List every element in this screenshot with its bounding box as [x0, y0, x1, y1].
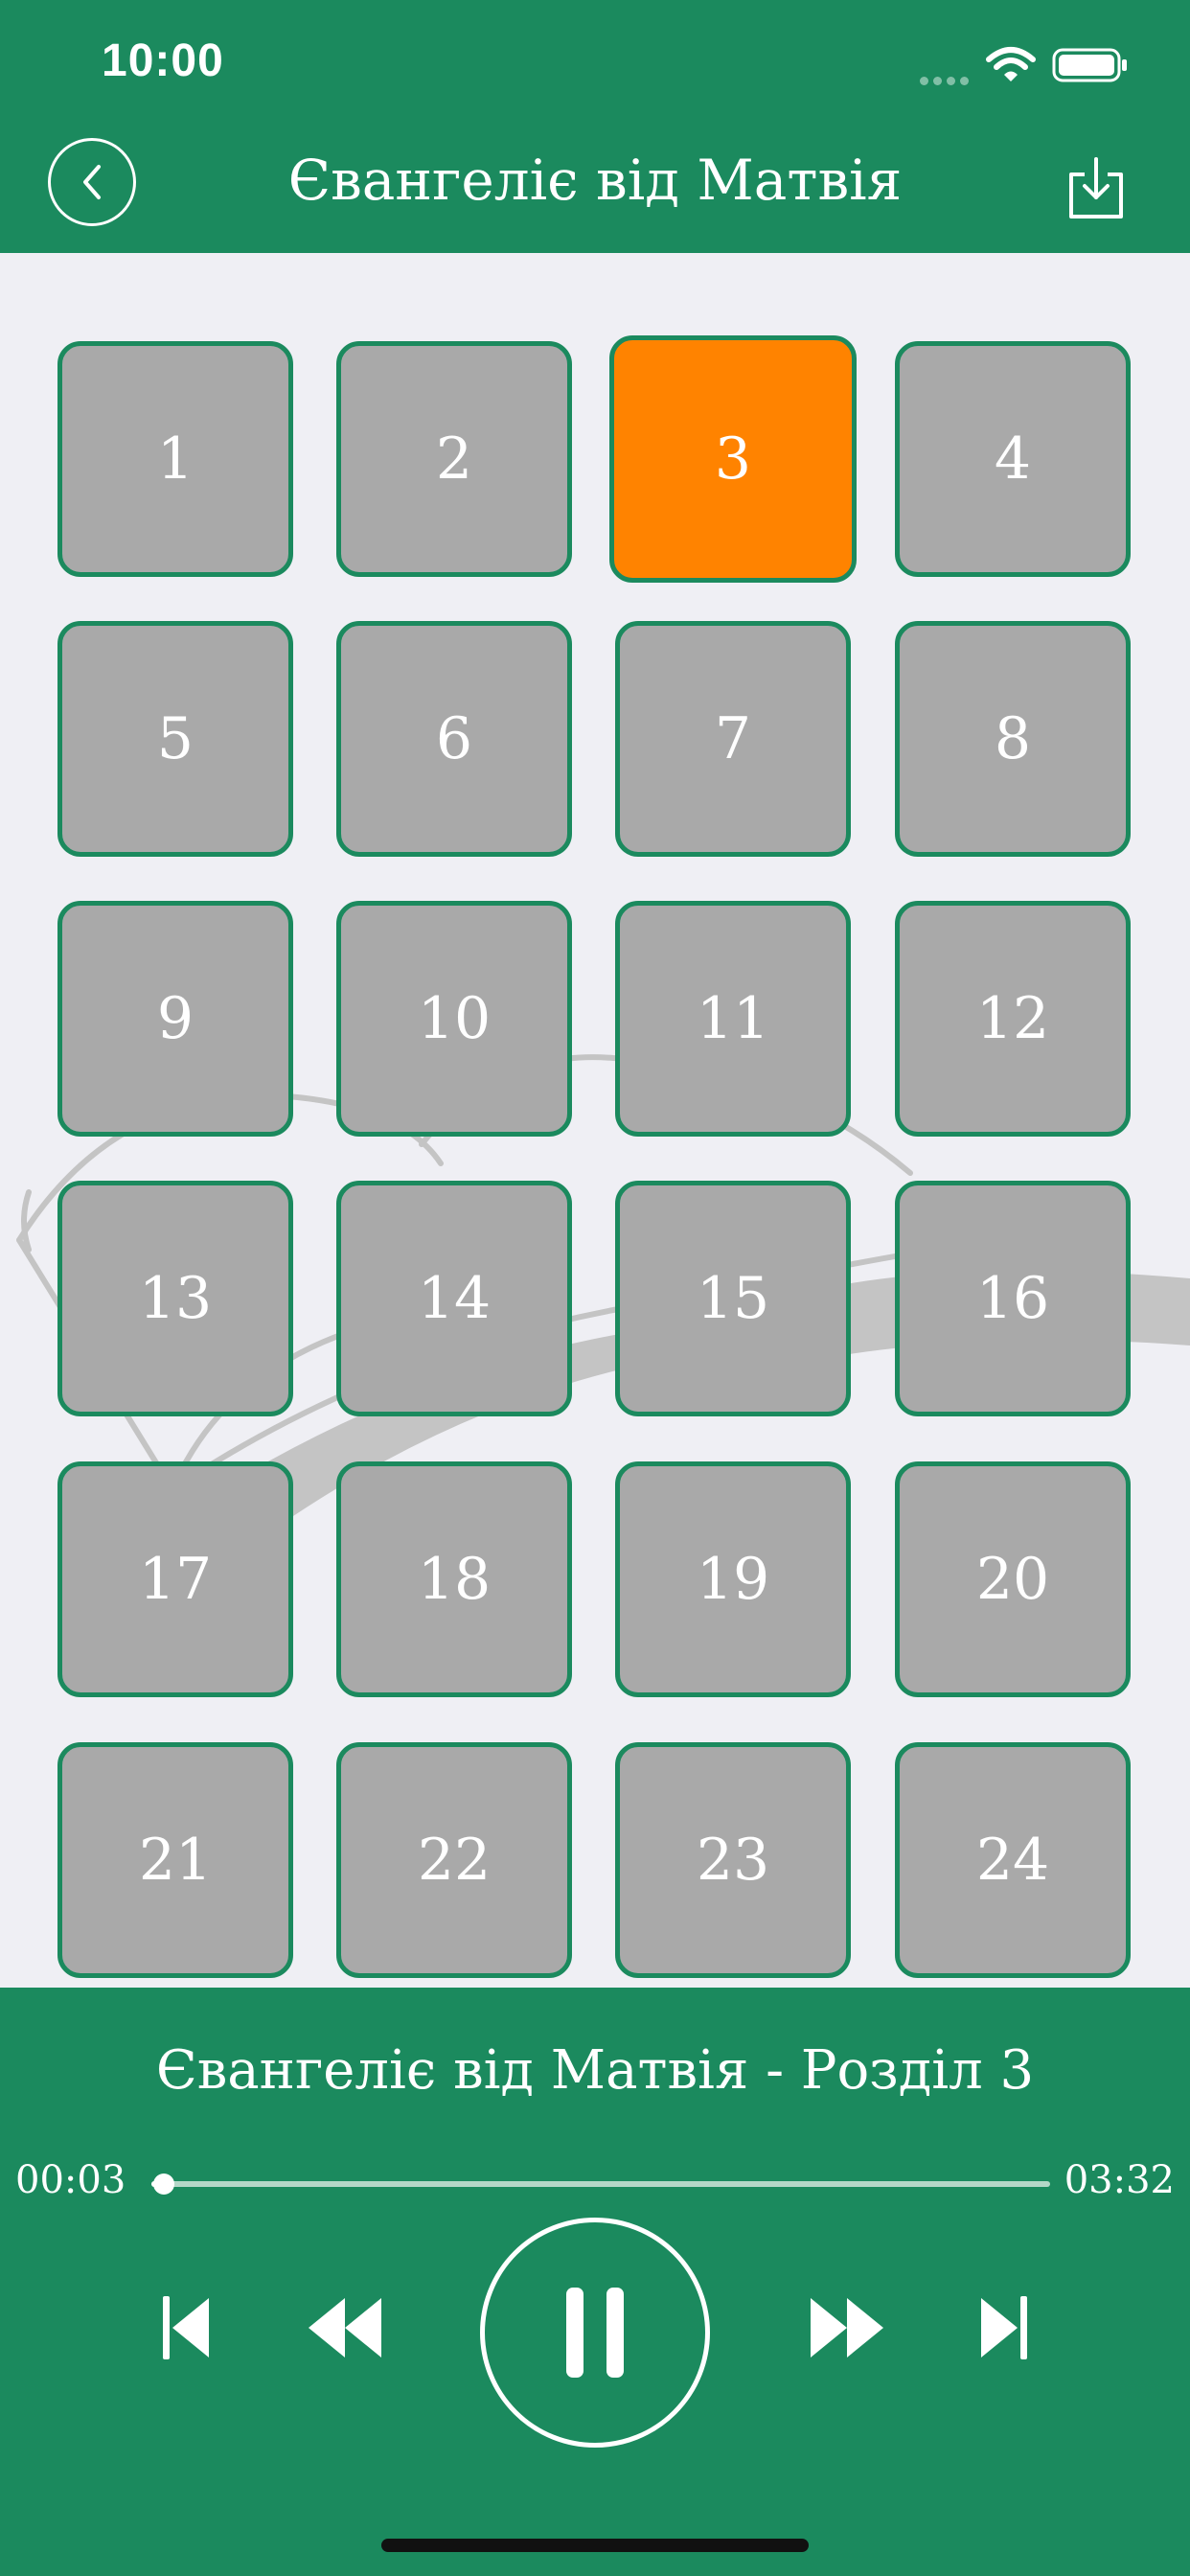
- total-time: 03:32: [1064, 2158, 1175, 2202]
- progress-slider[interactable]: [151, 2174, 1050, 2195]
- chapter-button-18[interactable]: 18: [336, 1461, 572, 1697]
- chapter-button-16[interactable]: 16: [895, 1181, 1131, 1416]
- status-bar: 10:00: [0, 0, 1190, 126]
- navigation-bar: Євангеліє від Матвія: [0, 126, 1190, 253]
- pause-icon: [566, 2288, 624, 2378]
- download-button[interactable]: [1065, 155, 1127, 222]
- chapter-button-2[interactable]: 2: [336, 341, 572, 577]
- chapter-button-4[interactable]: 4: [895, 341, 1131, 577]
- chevron-left-icon: [83, 165, 101, 199]
- chapter-button-23[interactable]: 23: [615, 1742, 851, 1978]
- page-title: Євангеліє від Матвія: [287, 148, 903, 213]
- fast-forward-button[interactable]: [807, 2294, 887, 2361]
- home-indicator: [381, 2539, 809, 2552]
- chapter-button-12[interactable]: 12: [895, 901, 1131, 1137]
- chapter-button-10[interactable]: 10: [336, 901, 572, 1137]
- battery-icon: [1052, 48, 1127, 82]
- previous-track-button[interactable]: [161, 2294, 213, 2361]
- chapter-button-22[interactable]: 22: [336, 1742, 572, 1978]
- wifi-icon: [986, 47, 1036, 81]
- status-time: 10:00: [102, 35, 224, 86]
- chapter-button-7[interactable]: 7: [615, 621, 851, 857]
- track-title: Євангеліє від Матвія - Розділ 3: [155, 2039, 1035, 2102]
- current-time: 00:03: [15, 2158, 126, 2202]
- chapter-button-5[interactable]: 5: [57, 621, 293, 857]
- chapter-button-1[interactable]: 1: [57, 341, 293, 577]
- chapter-button-20[interactable]: 20: [895, 1461, 1131, 1697]
- chapter-button-6[interactable]: 6: [336, 621, 572, 857]
- back-button[interactable]: [48, 138, 136, 226]
- chapter-button-17[interactable]: 17: [57, 1461, 293, 1697]
- next-track-button[interactable]: [977, 2294, 1029, 2361]
- cellular-signal-icon: [920, 71, 973, 89]
- chapter-button-8[interactable]: 8: [895, 621, 1131, 857]
- chapter-button-13[interactable]: 13: [57, 1181, 293, 1416]
- chapter-button-11[interactable]: 11: [615, 901, 851, 1137]
- chapter-button-21[interactable]: 21: [57, 1742, 293, 1978]
- audio-player: Євангеліє від Матвія - Розділ 3 00:03 03…: [0, 1988, 1190, 2576]
- chapter-button-9[interactable]: 9: [57, 901, 293, 1137]
- chapter-button-15[interactable]: 15: [615, 1181, 851, 1416]
- chapter-button-3[interactable]: 3: [609, 335, 857, 583]
- progress-thumb[interactable]: [153, 2174, 175, 2195]
- rewind-button[interactable]: [305, 2294, 385, 2361]
- chapter-button-24[interactable]: 24: [895, 1742, 1131, 1978]
- chapter-button-19[interactable]: 19: [615, 1461, 851, 1697]
- chapter-grid: 1 2 3 4 5 6 7 8 9 10 11 12 13 14 15 16 17 18 19 20 21 22 23 24: [0, 253, 1190, 1988]
- pause-button[interactable]: [480, 2218, 710, 2448]
- chapter-button-14[interactable]: 14: [336, 1181, 572, 1416]
